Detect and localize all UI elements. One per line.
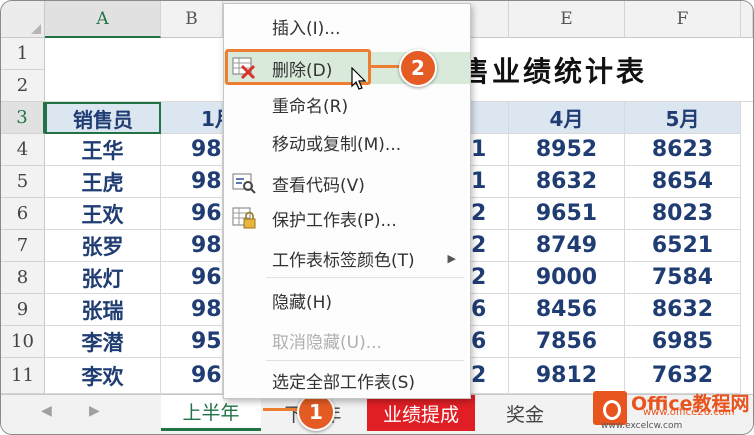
row-header-5[interactable]: 5 — [1, 166, 45, 198]
column-header-e[interactable]: E — [509, 1, 625, 38]
protect-sheet-icon — [230, 204, 258, 232]
step-2-connector — [371, 65, 401, 68]
header-cell-jan[interactable]: 1月 — [161, 102, 223, 134]
menu-item-protect-sheet[interactable]: 保护工作表(P)... — [224, 202, 470, 234]
menu-item-label: 保护工作表(P)... — [272, 210, 397, 231]
cell-name[interactable]: 张罗 — [45, 230, 161, 262]
menu-item-tab-color[interactable]: 工作表标签颜色(T) ▶ — [224, 242, 470, 274]
row-header-1[interactable]: 1 — [1, 38, 45, 70]
cell-d[interactable]: 2 — [471, 358, 509, 394]
menu-item-view-code[interactable]: 查看代码(V) — [224, 167, 470, 199]
menu-item-move-copy[interactable]: 移动或复制(M)... — [224, 126, 470, 158]
cell-d[interactable]: 2 — [471, 262, 509, 294]
menu-item-label: 重命名(R) — [272, 96, 349, 117]
cell-d[interactable]: 2 — [471, 230, 509, 262]
cell-d[interactable]: 1 — [471, 166, 509, 198]
cell-b[interactable]: 95 — [161, 326, 223, 358]
menu-item-select-all-sheets[interactable]: 选定全部工作表(S) — [224, 364, 470, 396]
step-2-highlight-box — [225, 49, 371, 85]
menu-separator — [266, 360, 464, 361]
menu-item-label: 查看代码(V) — [272, 175, 365, 196]
cell-d[interactable]: 1 — [471, 134, 509, 166]
cell-name[interactable]: 王虎 — [45, 166, 161, 198]
header-cell-d[interactable] — [471, 102, 509, 134]
cell-b[interactable]: 98 — [161, 134, 223, 166]
header-cell-apr[interactable]: 4月 — [509, 102, 625, 134]
watermark-url: www.excelcw.com — [601, 421, 683, 431]
cell-f[interactable]: 6521 — [625, 230, 741, 262]
menu-item-label: 隐藏(H) — [272, 292, 333, 313]
submenu-arrow-icon: ▶ — [447, 251, 456, 265]
cell-b[interactable]: 98 — [161, 230, 223, 262]
cell-f[interactable]: 7584 — [625, 262, 741, 294]
menu-item-rename[interactable]: 重命名(R) — [224, 88, 470, 120]
spreadsheet-window: A B E F 1 2 3 4 5 6 7 8 9 10 11 售业绩统计表 销… — [0, 0, 754, 435]
header-cell-may[interactable]: 5月 — [625, 102, 741, 134]
cell-e[interactable]: 7856 — [509, 326, 625, 358]
mouse-cursor-icon — [351, 67, 367, 90]
cell-b[interactable]: 96 — [161, 358, 223, 394]
watermark-sub: www.office26.com — [643, 407, 735, 418]
view-code-icon — [230, 169, 258, 197]
cell-e[interactable]: 9651 — [509, 198, 625, 230]
cell-e[interactable]: 8456 — [509, 294, 625, 326]
row-header-6[interactable]: 6 — [1, 198, 45, 230]
cell-e[interactable]: 9000 — [509, 262, 625, 294]
row-header-7[interactable]: 7 — [1, 230, 45, 262]
column-header-b[interactable]: B — [161, 1, 223, 38]
menu-item-insert[interactable]: 插入(I)... — [224, 10, 470, 42]
cell-f[interactable]: 8632 — [625, 294, 741, 326]
sheet-tab-performance[interactable]: 业绩提成 — [367, 395, 475, 431]
sheet-tab-first-half[interactable]: 上半年 — [161, 395, 261, 431]
scroll-tabs-right-icon[interactable]: ▶ — [89, 403, 100, 419]
menu-item-label: 移动或复制(M)... — [272, 134, 402, 155]
sheet-tab-bonus[interactable]: 奖金 — [483, 395, 567, 431]
cell-e[interactable]: 8749 — [509, 230, 625, 262]
cell-b[interactable]: 98 — [161, 294, 223, 326]
menu-item-hide[interactable]: 隐藏(H) — [224, 284, 470, 316]
cell-f[interactable]: 8623 — [625, 134, 741, 166]
cell-f[interactable]: 8654 — [625, 166, 741, 198]
cell-name[interactable]: 李欢 — [45, 358, 161, 394]
cell-e[interactable]: 8632 — [509, 166, 625, 198]
row-header-3[interactable]: 3 — [1, 102, 45, 134]
menu-separator — [266, 277, 464, 278]
row-header-10[interactable]: 10 — [1, 326, 45, 358]
cell-name[interactable]: 王华 — [45, 134, 161, 166]
menu-item-label: 工作表标签颜色(T) — [272, 250, 415, 271]
row-header-8[interactable]: 8 — [1, 262, 45, 294]
header-cell-name[interactable]: 销售员 — [45, 102, 161, 134]
cell-name[interactable]: 张灯 — [45, 262, 161, 294]
menu-item-label: 取消隐藏(U)... — [272, 332, 382, 353]
menu-item-label: 插入(I)... — [272, 18, 341, 39]
column-header-a[interactable]: A — [45, 1, 161, 38]
cell-d[interactable]: 6 — [471, 326, 509, 358]
row-header-11[interactable]: 11 — [1, 358, 45, 394]
column-header-f[interactable]: F — [625, 1, 741, 38]
cell-b[interactable]: 96 — [161, 262, 223, 294]
sheet-title: 售业绩统计表 — [461, 55, 648, 88]
scroll-tabs-left-icon[interactable]: ◀ — [41, 403, 52, 419]
select-all-corner[interactable] — [1, 1, 45, 38]
menu-item-unhide: 取消隐藏(U)... — [224, 324, 470, 356]
cell-name[interactable]: 张瑞 — [45, 294, 161, 326]
cell-b[interactable]: 98 — [161, 166, 223, 198]
cell-e[interactable]: 8952 — [509, 134, 625, 166]
step-2-badge: 2 — [399, 49, 437, 87]
row-header-4[interactable]: 4 — [1, 134, 45, 166]
cell-name[interactable]: 王欢 — [45, 198, 161, 230]
step-1-connector — [263, 408, 299, 411]
office-logo-icon — [593, 391, 627, 425]
cell-d[interactable]: 6 — [471, 294, 509, 326]
menu-item-label: 选定全部工作表(S) — [272, 372, 416, 393]
cell-f[interactable]: 8023 — [625, 198, 741, 230]
row-header-2[interactable]: 2 — [1, 70, 45, 102]
cell-name[interactable]: 李潜 — [45, 326, 161, 358]
cell-d[interactable]: 2 — [471, 198, 509, 230]
watermark: Office教程网 www.office26.com www.excelcw.c… — [591, 387, 751, 433]
column-header-g[interactable] — [741, 1, 753, 38]
cell-f[interactable]: 6985 — [625, 326, 741, 358]
cell-b[interactable]: 96 — [161, 198, 223, 230]
row-header-9[interactable]: 9 — [1, 294, 45, 326]
